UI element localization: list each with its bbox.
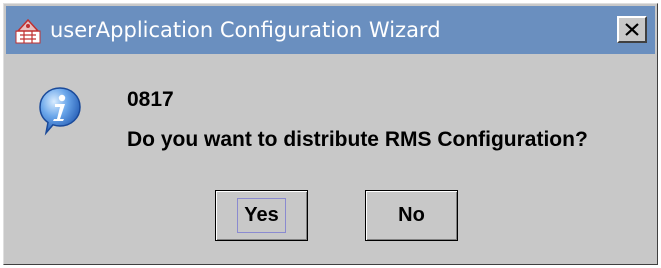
message-code: 0817 xyxy=(127,88,174,111)
message-text: Do you want to distribute RMS Configurat… xyxy=(127,128,588,151)
information-icon xyxy=(39,87,81,136)
no-button-label: No xyxy=(398,204,425,226)
dialog-window: userApplication Configuration Wizard 081… xyxy=(3,3,658,265)
yes-button-label: Yes xyxy=(237,198,286,233)
close-icon xyxy=(625,23,639,36)
yes-button[interactable]: Yes xyxy=(215,190,308,241)
title-bar[interactable]: userApplication Configuration Wizard xyxy=(6,6,655,54)
close-button[interactable] xyxy=(617,16,647,43)
no-button[interactable]: No xyxy=(365,190,458,241)
app-icon xyxy=(15,18,41,44)
window-title: userApplication Configuration Wizard xyxy=(50,18,441,42)
